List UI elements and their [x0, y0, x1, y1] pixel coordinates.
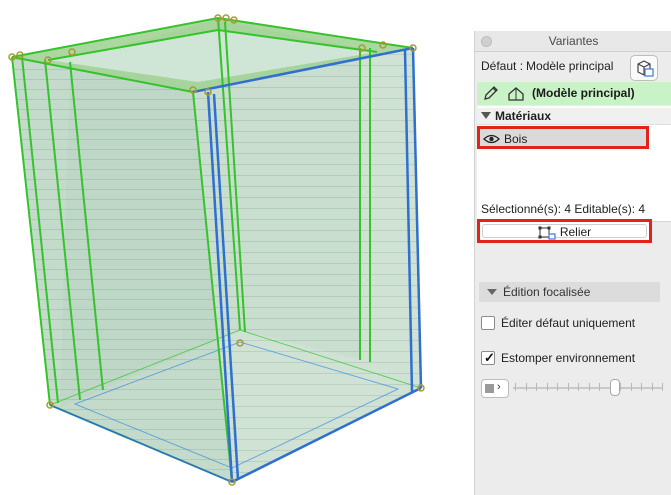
planter-box-model[interactable] [0, 0, 472, 495]
slider-tick [651, 383, 653, 391]
fade-slider-thumb[interactable] [609, 379, 620, 396]
edit-default-only-checkbox[interactable] [481, 316, 495, 330]
slider-tick [599, 383, 600, 391]
default-value: Modèle principal [526, 59, 614, 73]
slider-tick [557, 383, 558, 391]
slider-tick [525, 383, 527, 391]
slider-tick [578, 383, 579, 391]
relier-label: Relier [559, 225, 592, 239]
model-name: (Modèle principal) [532, 86, 635, 100]
panel-titlebar: Variantes [475, 31, 671, 52]
slider-tick [662, 383, 663, 391]
slider-tick [630, 383, 632, 391]
link-node-icon [538, 226, 556, 240]
slider-tick [515, 383, 516, 391]
house-icon[interactable] [507, 85, 525, 102]
cube-link-icon [637, 60, 654, 77]
pencil-icon[interactable] [482, 85, 500, 102]
fade-environment-checkbox[interactable]: ✓ [481, 350, 495, 365]
section-title: Matériaux [495, 109, 552, 123]
slider-tick [536, 383, 537, 391]
slider-tick [546, 383, 548, 391]
3d-viewport[interactable] [0, 0, 472, 495]
focus-edit-header[interactable]: Édition focalisée [479, 282, 660, 302]
slider-tick [641, 383, 642, 391]
slider-tick [620, 383, 621, 391]
slider-tick [588, 383, 590, 391]
checkmark-icon: ✓ [484, 350, 495, 365]
edit-default-only-label: Éditer défaut uniquement [501, 316, 636, 330]
default-label: Défaut : [481, 59, 524, 73]
default-variant-row: Défaut : Modèle principal [481, 59, 613, 73]
focus-edit-title: Édition focalisée [503, 285, 591, 299]
variants-panel: Variantes Défaut : Modèle principal (Modè… [474, 31, 671, 495]
relier-highlight: Relier [477, 219, 652, 243]
slider-tick [567, 383, 569, 391]
fade-preset-button[interactable]: › [481, 379, 509, 398]
triangle-down-icon[interactable] [481, 112, 491, 119]
fade-environment-label: Estomper environnement [501, 351, 636, 365]
selection-count: Sélectionné(s): 4 Editable(s): 4 [481, 202, 646, 216]
panel-title: Variantes [548, 34, 599, 48]
cube-link-button[interactable] [630, 55, 658, 81]
relier-button[interactable]: Relier [482, 224, 647, 240]
eye-icon[interactable] [483, 133, 500, 145]
model-row[interactable]: (Modèle principal) [477, 82, 671, 105]
gray-square-icon [485, 384, 494, 393]
chevron-right-icon: › [497, 381, 501, 393]
materials-section-header[interactable]: Matériaux [477, 108, 671, 125]
fade-slider-area: › [481, 379, 671, 399]
material-item-label: Bois [504, 132, 528, 146]
material-item-bois[interactable]: Bois [477, 126, 649, 149]
triangle-down-icon[interactable] [487, 289, 497, 295]
